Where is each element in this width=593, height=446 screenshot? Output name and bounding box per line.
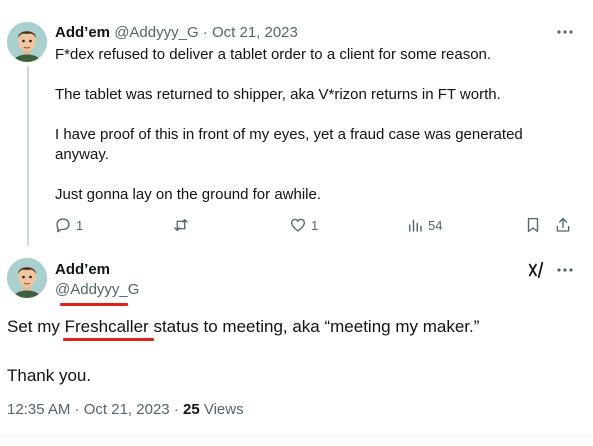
tweet2-separator: · bbox=[173, 401, 179, 418]
like-icon bbox=[290, 218, 306, 232]
avatar[interactable] bbox=[7, 22, 47, 62]
tweet2-separator: · bbox=[74, 401, 80, 418]
tweet1-paragraph: The tablet was returned to shipper, aka … bbox=[55, 86, 501, 103]
tweet2-text-before: Set my bbox=[7, 317, 65, 336]
tweet2-display-name[interactable]: Add’em bbox=[55, 261, 110, 278]
red-underline-annotation bbox=[60, 303, 128, 306]
tweet2-text-highlight: Freshcaller bbox=[64, 317, 149, 336]
reply-icon bbox=[56, 218, 70, 233]
tweet2-views-count: 25 bbox=[182, 401, 200, 418]
like-button[interactable]: 1 bbox=[289, 216, 318, 234]
grok-button[interactable] bbox=[527, 261, 545, 279]
more-button[interactable] bbox=[555, 22, 575, 42]
tweet1-handle[interactable]: @Addyyy_G bbox=[114, 24, 198, 41]
share-button[interactable] bbox=[554, 216, 572, 234]
tweet1-action-bar: 1 1 54 bbox=[0, 216, 593, 238]
retweet-button[interactable] bbox=[172, 216, 194, 234]
more-horizontal-icon bbox=[557, 30, 573, 34]
tweet1-display-name[interactable]: Add’em bbox=[55, 24, 110, 41]
cartoon-avatar-icon bbox=[7, 258, 47, 298]
share-icon bbox=[556, 217, 570, 232]
tweet1-body: F*dex refused to deliver a tablet order … bbox=[55, 45, 575, 225]
tweet2-handle[interactable]: @Addyyy_G bbox=[55, 281, 139, 298]
tweet1-separator: · bbox=[202, 24, 208, 41]
divider bbox=[0, 436, 593, 437]
reply-count: 1 bbox=[76, 217, 84, 233]
views-icon bbox=[409, 219, 422, 232]
tweet1-header: Add’em @Addyyy_G · Oct 21, 2023 bbox=[55, 24, 298, 41]
red-underline-annotation bbox=[63, 338, 154, 341]
views-button[interactable]: 54 bbox=[406, 216, 442, 234]
cartoon-avatar-icon bbox=[7, 22, 47, 62]
tweet1-paragraph: Just gonna lay on the ground for awhile. bbox=[55, 186, 322, 203]
avatar[interactable] bbox=[7, 258, 47, 298]
more-button[interactable] bbox=[555, 260, 575, 280]
views-count: 54 bbox=[428, 217, 443, 233]
more-horizontal-icon bbox=[557, 268, 573, 272]
bookmark-icon bbox=[527, 217, 539, 233]
tweet2-text-line: Thank you. bbox=[7, 366, 92, 385]
tweet1-paragraph: I have proof of this in front of my eyes… bbox=[55, 126, 523, 163]
bookmark-button[interactable] bbox=[524, 216, 542, 234]
tweet2-text-after: status to meeting, aka “meeting my maker… bbox=[148, 317, 480, 336]
tweet2-meta: 12:35 AM · Oct 21, 2023 · 25 Views bbox=[7, 401, 244, 418]
tweet2-views-label: Views bbox=[203, 401, 244, 418]
reply-button[interactable]: 1 bbox=[54, 216, 83, 234]
like-count: 1 bbox=[311, 217, 319, 233]
tweet1-date[interactable]: Oct 21, 2023 bbox=[212, 24, 298, 41]
tweet1-paragraph: F*dex refused to deliver a tablet order … bbox=[55, 46, 492, 63]
retweet-icon bbox=[174, 219, 188, 231]
tweet2-date[interactable]: Oct 21, 2023 bbox=[84, 401, 170, 418]
tweet2-text-line: Set my Freshcaller status to meeting, ak… bbox=[7, 316, 479, 338]
tweet2-time[interactable]: 12:35 AM bbox=[7, 401, 70, 418]
grok-icon bbox=[528, 261, 544, 279]
